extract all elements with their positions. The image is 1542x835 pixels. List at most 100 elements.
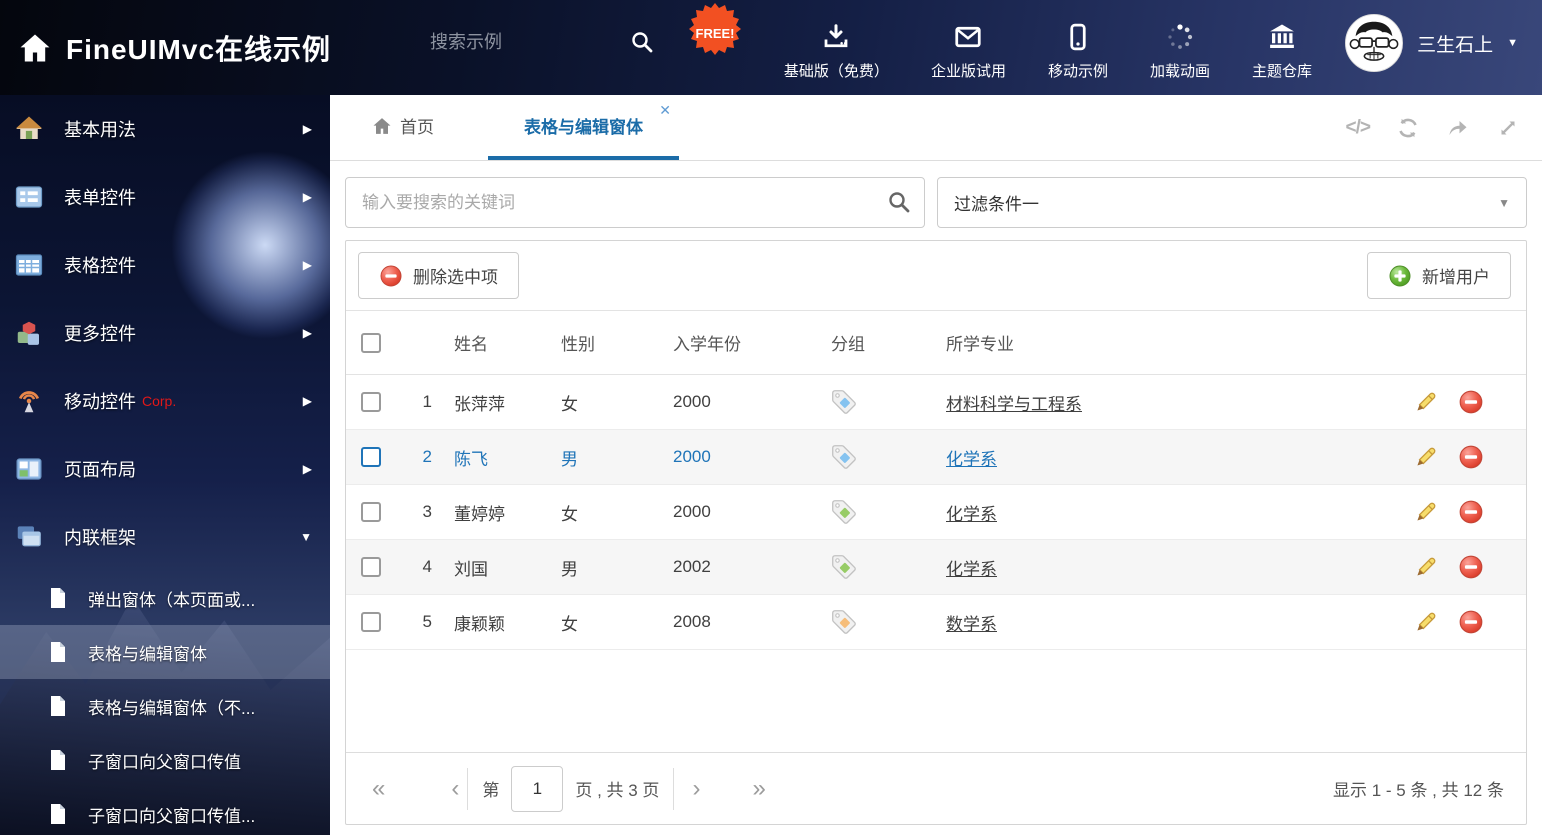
edit-icon[interactable] [1412, 499, 1438, 525]
user-menu[interactable]: 三生石上 ▼ [1345, 14, 1518, 72]
edit-icon[interactable] [1412, 444, 1438, 470]
edit-icon[interactable] [1412, 609, 1438, 635]
cell-gender: 男 [561, 559, 578, 579]
delete-icon[interactable] [1458, 499, 1484, 525]
search-icon[interactable] [887, 190, 911, 214]
major-link[interactable]: 化学系 [946, 450, 997, 469]
chevron-down-icon: ▼ [300, 530, 312, 544]
major-link[interactable]: 材料科学与工程系 [946, 395, 1082, 414]
sidebar-item-form-controls[interactable]: 表单控件 ▶ [0, 163, 330, 231]
delete-icon[interactable] [1458, 444, 1484, 470]
grid-panel: 删除选中项 新增用户 姓名 性别 入学年份 分组 所学专业 1 张萍萍 女 20… [345, 240, 1527, 825]
column-header-year[interactable]: 入学年份 [673, 330, 831, 355]
header-search[interactable] [430, 30, 654, 54]
major-link[interactable]: 化学系 [946, 505, 997, 524]
sidebar-subitem-child-to-parent-2[interactable]: 子窗口向父窗口传值... [0, 787, 330, 835]
refresh-icon[interactable] [1396, 116, 1420, 140]
minus-circle-icon [380, 265, 402, 286]
sidebar-item-iframe[interactable]: 内联框架 ▼ [0, 503, 330, 571]
delete-icon[interactable] [1458, 554, 1484, 580]
header-search-input[interactable] [430, 31, 570, 53]
row-checkbox[interactable] [361, 502, 381, 522]
first-page-button[interactable]: « [368, 776, 389, 801]
row-checkbox[interactable] [361, 612, 381, 632]
nav-item-loading-animation[interactable]: 加载动画 [1150, 22, 1210, 81]
close-icon[interactable]: ✕ [659, 103, 671, 117]
prev-page-button[interactable]: ‹ [447, 776, 463, 801]
delete-icon[interactable] [1458, 389, 1484, 415]
table-header: 姓名 性别 入学年份 分组 所学专业 [346, 310, 1526, 375]
nav-item-theme-repo[interactable]: 主题仓库 [1252, 22, 1312, 81]
edit-icon[interactable] [1412, 389, 1438, 415]
sidebar-item-more-controls[interactable]: 更多控件 ▶ [0, 299, 330, 367]
delete-selected-button[interactable]: 删除选中项 [358, 252, 519, 299]
nav-item-basic-free[interactable]: 基础版（免费） [784, 22, 889, 81]
major-link[interactable]: 数学系 [946, 615, 997, 634]
brand[interactable]: FineUIMvc在线示例 [18, 28, 331, 68]
sidebar-subitem-child-to-parent[interactable]: 子窗口向父窗口传值 [0, 733, 330, 787]
next-page-button[interactable]: › [688, 776, 704, 801]
cell-gender: 女 [561, 614, 578, 634]
page-number-input[interactable] [511, 765, 564, 812]
tab-home[interactable]: 首页 [360, 95, 446, 160]
nav-item-mobile-demo[interactable]: 移动示例 [1048, 22, 1108, 81]
filter-dropdown-value: 过滤条件一 [954, 195, 1039, 214]
sidebar-subitem-grid-edit-window-2[interactable]: 表格与编辑窗体（不... [0, 679, 330, 733]
home-icon [15, 116, 43, 139]
search-icon[interactable] [630, 30, 654, 54]
row-checkbox[interactable] [361, 392, 381, 412]
page-label-prefix: 第 [482, 781, 500, 800]
last-page-button[interactable]: » [748, 776, 769, 801]
sidebar-item-mobile-controls[interactable]: 移动控件 Corp. ▶ [0, 367, 330, 435]
sidebar-subitem-grid-edit-window[interactable]: 表格与编辑窗体 [0, 625, 330, 679]
corp-badge: Corp. [142, 393, 177, 409]
grid-toolbar: 删除选中项 新增用户 [346, 241, 1526, 310]
antenna-icon [18, 391, 40, 413]
table-row[interactable]: 5 康颖颖 女 2008 数学系 [346, 595, 1526, 650]
column-header-gender[interactable]: 性别 [561, 330, 673, 355]
divider [673, 767, 675, 810]
chevron-right-icon: ▶ [302, 326, 312, 340]
tab-grid-edit-window[interactable]: 表格与编辑窗体 ✕ [488, 95, 679, 160]
document-icon [51, 642, 65, 662]
document-icon [51, 804, 65, 824]
sidebar-item-basic-usage[interactable]: 基本用法 ▶ [0, 95, 330, 163]
row-checkbox[interactable] [361, 447, 381, 467]
keyword-search-input[interactable] [345, 177, 925, 228]
sidebar: 基本用法 ▶ 表单控件 ▶ 表格控件 ▶ 更多控件 ▶ 移动控件 Corp. ▶… [0, 95, 330, 835]
avatar [1345, 14, 1404, 72]
column-header-major[interactable]: 所学专业 [946, 330, 1386, 355]
home-icon [20, 34, 50, 62]
tag-icon [832, 390, 856, 414]
table-row[interactable]: 3 董婷婷 女 2000 化学系 [346, 485, 1526, 540]
column-header-name[interactable]: 姓名 [438, 330, 561, 355]
share-icon[interactable] [1446, 116, 1470, 140]
table-row[interactable]: 2 陈飞 男 2000 化学系 [346, 430, 1526, 485]
row-checkbox[interactable] [361, 557, 381, 577]
svg-text:FREE!: FREE! [696, 26, 735, 41]
tag-icon [832, 445, 856, 469]
chevron-right-icon: ▶ [302, 258, 312, 272]
table-row[interactable]: 1 张萍萍 女 2000 材料科学与工程系 [346, 375, 1526, 430]
major-link[interactable]: 化学系 [946, 560, 997, 579]
filter-dropdown[interactable]: 过滤条件一 ▼ [937, 177, 1527, 228]
bank-icon [1270, 24, 1294, 48]
nav-item-enterprise-trial[interactable]: 企业版试用 [931, 22, 1006, 81]
tab-label: 表格与编辑窗体 [524, 118, 643, 137]
select-all-checkbox[interactable] [361, 332, 381, 353]
sidebar-item-grid-controls[interactable]: 表格控件 ▶ [0, 231, 330, 299]
source-code-icon[interactable]: </> [1346, 117, 1372, 139]
edit-icon[interactable] [1412, 554, 1438, 580]
add-user-button[interactable]: 新增用户 [1367, 252, 1511, 299]
table-row[interactable]: 4 刘国 男 2002 化学系 [346, 540, 1526, 595]
expand-icon[interactable] [1496, 116, 1520, 140]
cell-year: 2000 [673, 392, 711, 411]
download-icon [825, 24, 848, 48]
column-header-group[interactable]: 分组 [831, 330, 946, 355]
main-area: 首页 表格与编辑窗体 ✕ </> 过滤条件一 [330, 95, 1542, 835]
sidebar-item-page-layout[interactable]: 页面布局 ▶ [0, 435, 330, 503]
nav-label: 加载动画 [1149, 63, 1210, 80]
cell-gender: 男 [561, 449, 578, 469]
delete-icon[interactable] [1458, 609, 1484, 635]
sidebar-subitem-popup-window[interactable]: 弹出窗体（本页面或... [0, 571, 330, 625]
